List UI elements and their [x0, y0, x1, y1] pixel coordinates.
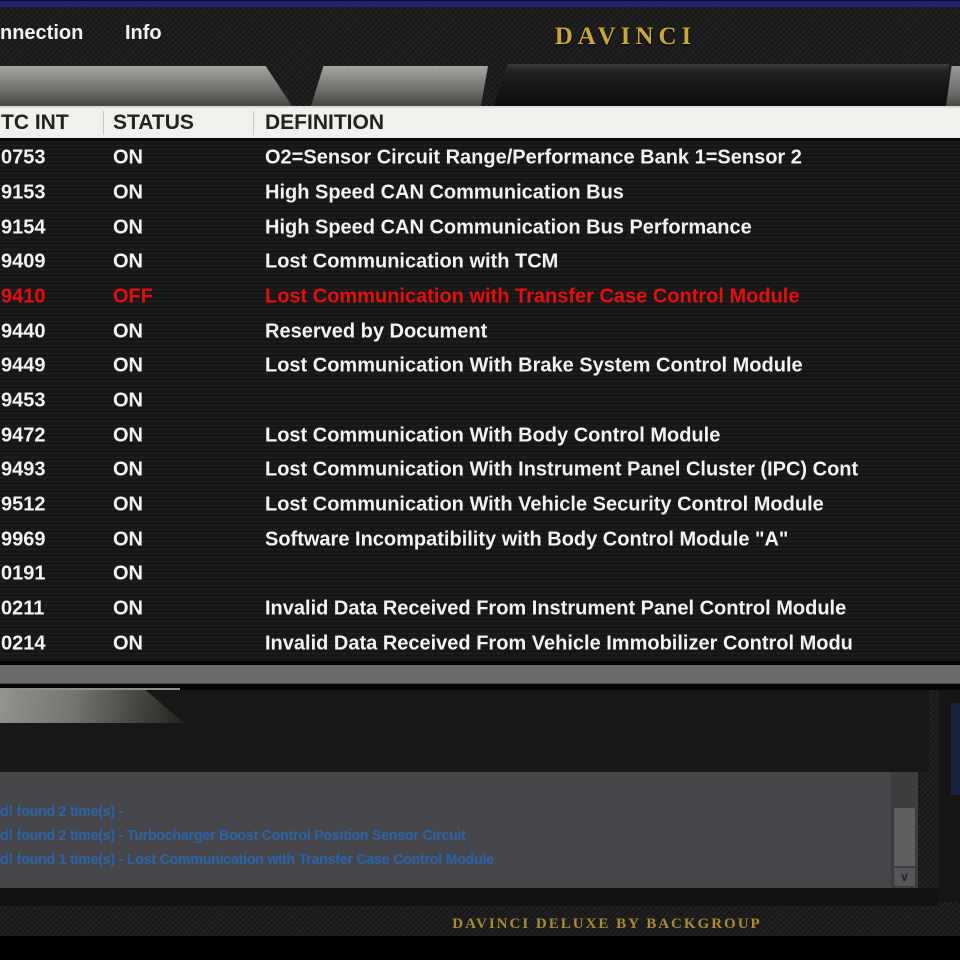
- tab-active-dark[interactable]: [494, 64, 949, 106]
- dtc-status-cell: ON: [113, 562, 143, 585]
- dtc-definition-cell: Lost Communication with Transfer Case Co…: [265, 285, 800, 308]
- dtc-table-row[interactable]: 0191 ON: [0, 557, 960, 592]
- dtc-table-row[interactable]: 0211 ON Invalid Data Received From Instr…: [0, 592, 960, 627]
- dtc-status-cell: ON: [113, 146, 143, 169]
- dtc-status-cell: ON: [113, 354, 143, 377]
- dtc-status-cell: ON: [113, 632, 143, 655]
- dtc-definition-cell: High Speed CAN Communication Bus Perform…: [265, 216, 752, 239]
- dtc-code-cell: 0191: [1, 562, 46, 585]
- dtc-table-row[interactable]: 9409 ON Lost Communication with TCM: [0, 245, 960, 280]
- dtc-code-cell: 9153: [1, 181, 46, 204]
- menu-bar: nnection Info DAVINCI: [0, 7, 960, 62]
- dtc-code-cell: 9969: [1, 528, 46, 551]
- chevron-down-icon: ∨: [900, 870, 909, 884]
- dtc-table-row[interactable]: 9512 ON Lost Communication With Vehicle …: [0, 488, 960, 523]
- column-header-definition[interactable]: DEFINITION: [265, 111, 384, 135]
- dtc-table-body: 0753 ON O2=Sensor Circuit Range/Performa…: [0, 141, 960, 661]
- dtc-code-cell: 0211: [1, 597, 45, 620]
- dtc-table-row[interactable]: 9410 OFF Lost Communication with Transfe…: [0, 280, 960, 315]
- davinci-app-window: nnection Info DAVINCI TC INT STATUS DEFI…: [0, 0, 960, 960]
- dtc-code-cell: 9410: [1, 285, 46, 308]
- dtc-definition-cell: Lost Communication With Vehicle Security…: [265, 493, 824, 516]
- log-bottom-strip: [0, 888, 939, 906]
- dtc-table-row[interactable]: 9154 ON High Speed CAN Communication Bus…: [0, 210, 960, 245]
- dtc-table-row[interactable]: 9449 ON Lost Communication With Brake Sy…: [0, 349, 960, 384]
- column-separator: [253, 111, 254, 135]
- log-scrollbar-thumb[interactable]: [894, 808, 915, 866]
- dtc-status-cell: ON: [113, 597, 143, 620]
- dtc-definition-cell: High Speed CAN Communication Bus: [265, 181, 624, 204]
- dtc-code-cell: 9154: [1, 216, 46, 239]
- results-log-panel: d! found 2 time(s) - d! found 2 time(s) -…: [0, 772, 918, 888]
- lower-tab-highlight: [0, 688, 180, 690]
- log-scrollbar-track[interactable]: ∨: [891, 772, 918, 888]
- dtc-code-cell: 9453: [1, 389, 46, 412]
- dtc-status-cell: OFF: [113, 285, 153, 308]
- log-line: d! found 1 time(s) - Lost Communication …: [0, 851, 494, 868]
- dtc-table-row[interactable]: 9453 ON: [0, 384, 960, 419]
- menu-item-connection[interactable]: nnection: [0, 22, 83, 45]
- dtc-status-cell: ON: [113, 424, 143, 447]
- dtc-code-cell: 0214: [1, 632, 46, 655]
- log-scroll-down-button[interactable]: ∨: [894, 868, 915, 886]
- dtc-status-cell: ON: [113, 458, 143, 481]
- dtc-table-row[interactable]: 9493 ON Lost Communication With Instrume…: [0, 453, 960, 488]
- log-lines: d! found 2 time(s) - d! found 2 time(s) -…: [0, 800, 885, 872]
- dtc-status-cell: ON: [113, 528, 143, 551]
- dtc-definition-cell: Invalid Data Received From Vehicle Immob…: [265, 632, 853, 655]
- dtc-definition-cell: Invalid Data Received From Instrument Pa…: [265, 597, 847, 620]
- dtc-table-row[interactable]: 9153 ON High Speed CAN Communication Bus: [0, 176, 960, 211]
- log-line: d! found 2 time(s) - Turbocharger Boost …: [0, 827, 466, 844]
- bottom-letterbox: [0, 936, 960, 960]
- column-separator: [103, 111, 104, 135]
- log-line: d! found 2 time(s) -: [0, 803, 124, 820]
- dtc-code-cell: 9409: [1, 250, 46, 273]
- dtc-definition-cell: Lost Communication with TCM: [265, 250, 559, 273]
- menu-item-info[interactable]: Info: [125, 22, 162, 45]
- dtc-code-cell: 9472: [1, 424, 46, 447]
- dtc-code-cell: 9493: [1, 458, 46, 481]
- dtc-table-row[interactable]: 9440 ON Reserved by Document: [0, 314, 960, 349]
- dtc-status-cell: ON: [113, 389, 143, 412]
- table-horizontal-scrollbar[interactable]: [0, 665, 960, 684]
- footer-branding: DAVINCI DELUXE BY BACKGROUP: [452, 916, 762, 932]
- right-edge-accent: [951, 703, 960, 795]
- dtc-status-cell: ON: [113, 493, 143, 516]
- dtc-table-row[interactable]: 0753 ON O2=Sensor Circuit Range/Performa…: [0, 141, 960, 176]
- dtc-code-cell: 0753: [1, 146, 46, 169]
- dtc-definition-cell: Lost Communication With Body Control Mod…: [265, 424, 721, 447]
- app-title: DAVINCI: [554, 23, 697, 50]
- window-top-accent-bar: [0, 0, 960, 7]
- dtc-definition-cell: Reserved by Document: [265, 320, 488, 343]
- dtc-status-cell: ON: [113, 250, 143, 273]
- dtc-table-row[interactable]: 0214 ON Invalid Data Received From Vehic…: [0, 626, 960, 661]
- dtc-definition-cell: O2=Sensor Circuit Range/Performance Bank…: [265, 146, 802, 169]
- dtc-definition-cell: Lost Communication With Instrument Panel…: [265, 458, 859, 481]
- tab-left[interactable]: [0, 66, 292, 106]
- dtc-status-cell: ON: [113, 181, 143, 204]
- dtc-code-cell: 9440: [1, 320, 46, 343]
- dtc-code-cell: 9512: [1, 493, 46, 516]
- dtc-table-header: TC INT STATUS DEFINITION: [0, 106, 960, 141]
- dtc-table-row[interactable]: 9472 ON Lost Communication With Body Con…: [0, 418, 960, 453]
- dtc-table-row[interactable]: 9969 ON Software Incompatibility with Bo…: [0, 522, 960, 557]
- dtc-definition-cell: Software Incompatibility with Body Contr…: [265, 528, 789, 551]
- dtc-status-cell: ON: [113, 216, 143, 239]
- dtc-status-cell: ON: [113, 320, 143, 343]
- column-header-dtc-int[interactable]: TC INT: [1, 111, 69, 135]
- dtc-definition-cell: Lost Communication With Brake System Con…: [265, 354, 803, 377]
- tab-middle[interactable]: [311, 66, 488, 106]
- column-header-status[interactable]: STATUS: [113, 111, 194, 135]
- dtc-code-cell: 9449: [1, 354, 46, 377]
